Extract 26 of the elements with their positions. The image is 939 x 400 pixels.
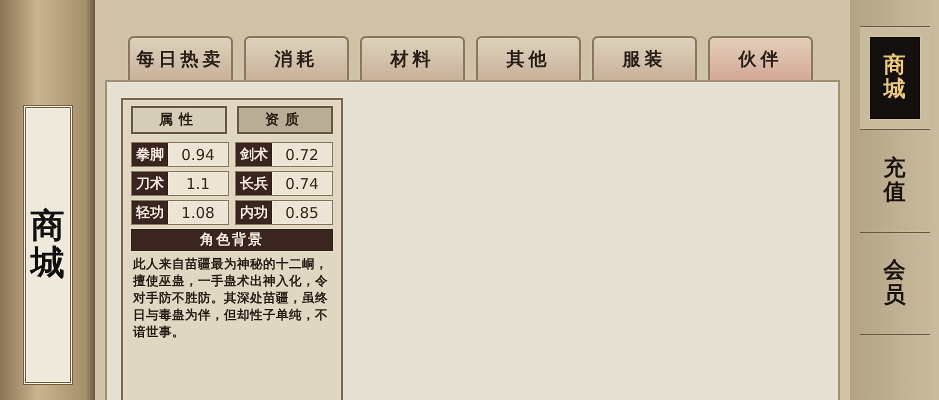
nav-item[interactable]: 会员 bbox=[860, 232, 930, 335]
stat-name: 长兵 bbox=[236, 172, 272, 195]
subtab[interactable]: 资质 bbox=[237, 106, 333, 134]
stat-name: 剑术 bbox=[236, 143, 272, 166]
stat-value: 0.74 bbox=[284, 174, 320, 194]
stat-value: 1.1 bbox=[185, 174, 211, 194]
stat-value: 1.08 bbox=[180, 202, 216, 224]
subtab[interactable]: 属性 bbox=[131, 106, 227, 134]
stat-value: 0.94 bbox=[180, 144, 216, 166]
tab[interactable]: 消耗 bbox=[244, 36, 349, 80]
stat-name: 拳脚 bbox=[132, 143, 168, 166]
tab[interactable]: 每日热卖 bbox=[128, 36, 233, 80]
stat-name: 轻功 bbox=[132, 201, 168, 224]
section-title: 角色背景 bbox=[131, 229, 333, 251]
stat-name: 内功 bbox=[236, 201, 272, 224]
scroll-label: 商城 bbox=[22, 105, 72, 385]
stat-value: 0.72 bbox=[284, 144, 320, 166]
nav-item[interactable]: 充值 bbox=[860, 129, 930, 232]
nav-item[interactable]: 商城 bbox=[860, 26, 930, 129]
stat-name: 刀术 bbox=[132, 172, 168, 195]
stat-value: 0.85 bbox=[284, 202, 320, 224]
tab[interactable]: 材料 bbox=[360, 36, 465, 80]
tab[interactable]: 其他 bbox=[476, 36, 581, 80]
background-text: 此人来自苗疆最为神秘的十二峒，擅使巫蛊，一手蛊术出神入化，令对手防不胜防。其深处苗疆，虽终日与毒蛊为伴，但却性子单纯，不谙世事。 bbox=[132, 255, 329, 340]
tab[interactable]: 服装 bbox=[592, 36, 697, 80]
tab[interactable]: 伙伴 bbox=[708, 36, 813, 80]
